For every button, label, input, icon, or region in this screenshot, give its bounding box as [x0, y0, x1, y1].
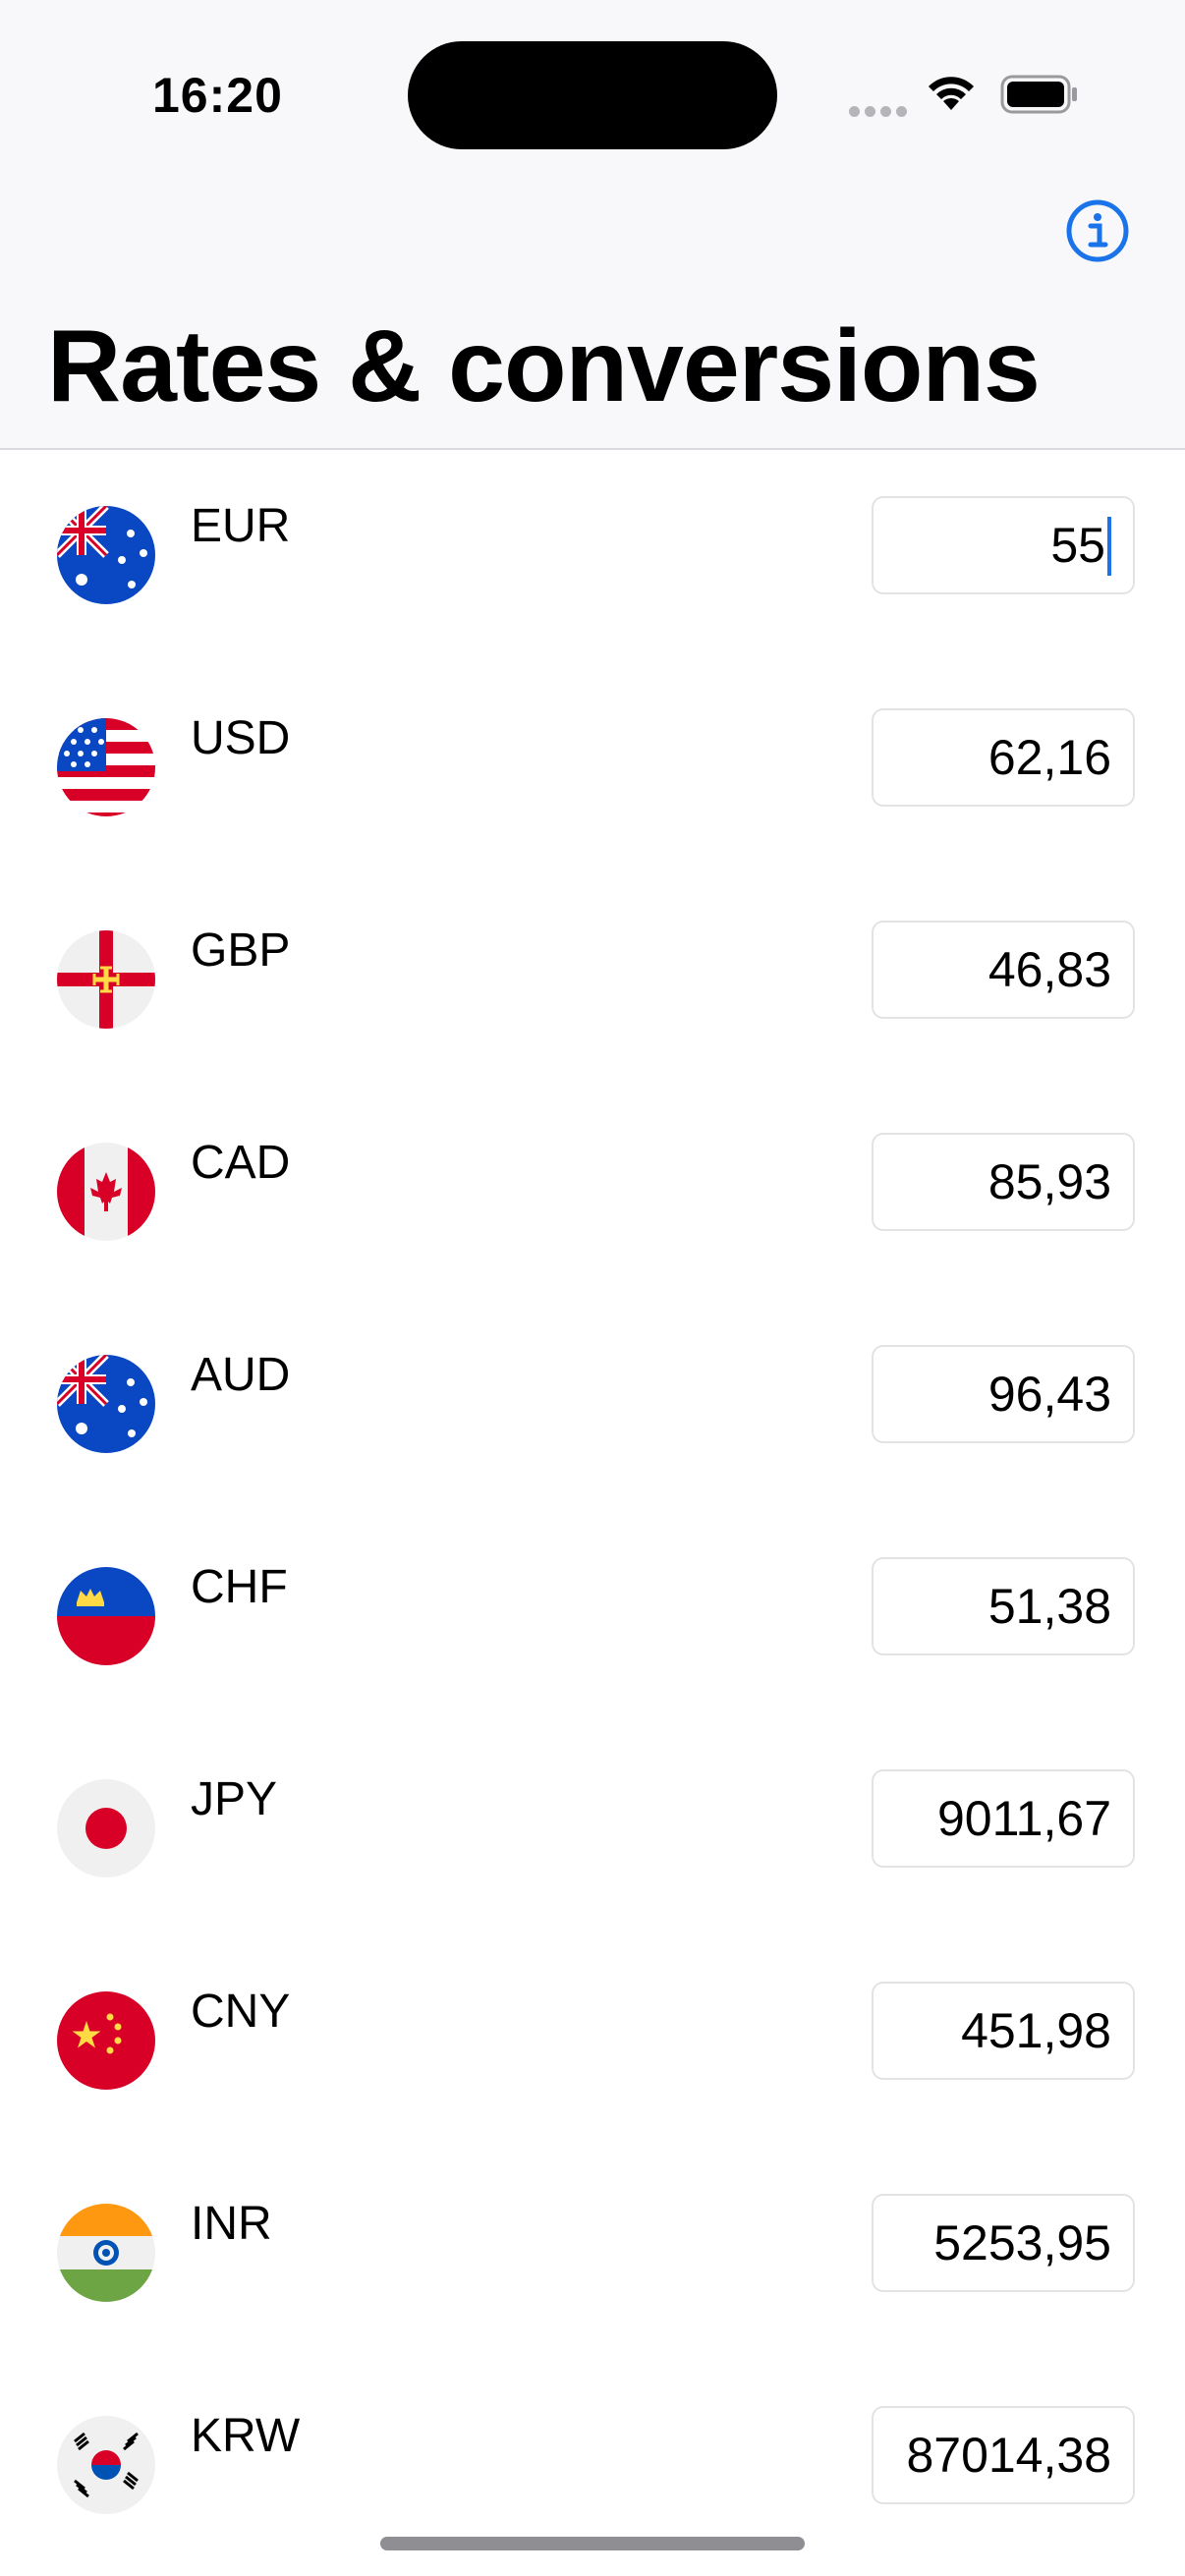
amount-value: 46,83: [988, 942, 1111, 997]
china-flag-icon: [57, 1991, 155, 2090]
amount-field-usd[interactable]: 62,16: [872, 708, 1135, 807]
amount-field-chf[interactable]: 51,38: [872, 1557, 1135, 1655]
currency-code: KRW: [191, 2410, 301, 2462]
page-title: Rates & conversions: [47, 309, 1041, 423]
currency-code: EUR: [191, 500, 291, 552]
currency-code: CNY: [191, 1986, 291, 2038]
currency-row-cad: CAD 85,93: [0, 1087, 1185, 1299]
amount-field-inr[interactable]: 5253,95: [872, 2194, 1135, 2292]
cellular-signal-icon: [849, 104, 912, 122]
amount-value: 51,38: [988, 1579, 1111, 1634]
currency-row-cny: CNY 451,98: [0, 1935, 1185, 2148]
australia-flag-icon: [57, 506, 155, 604]
currency-code: CAD: [191, 1137, 291, 1189]
currency-row-aud: AUD 96,43: [0, 1299, 1185, 1511]
amount-field-krw[interactable]: 87014,38: [872, 2406, 1135, 2504]
amount-value: 87014,38: [906, 2428, 1111, 2483]
amount-value: 451,98: [961, 2003, 1111, 2058]
currency-code: CHF: [191, 1561, 288, 1613]
currency-code: AUD: [191, 1349, 291, 1401]
amount-value: 96,43: [988, 1367, 1111, 1422]
dynamic-island: [408, 41, 777, 149]
currency-row-chf: CHF 51,38: [0, 1511, 1185, 1723]
japan-flag-icon: [57, 1779, 155, 1877]
currency-row-eur: EUR 55: [0, 450, 1185, 662]
amount-field-eur[interactable]: 55: [872, 496, 1135, 594]
status-time: 16:20: [152, 68, 283, 123]
battery-icon: [1000, 75, 1079, 119]
wifi-icon: [924, 71, 979, 117]
info-circle-icon: [1066, 199, 1129, 262]
australia-flag-icon: [57, 1355, 155, 1453]
currency-row-inr: INR 5253,95: [0, 2148, 1185, 2360]
south-korea-flag-icon: [57, 2416, 155, 2514]
currency-row-jpy: JPY 9011,67: [0, 1723, 1185, 1935]
home-indicator[interactable]: [380, 2537, 805, 2550]
currency-code: USD: [191, 712, 291, 764]
amount-value: 5253,95: [933, 2215, 1111, 2270]
amount-field-cny[interactable]: 451,98: [872, 1982, 1135, 2080]
usa-flag-icon: [57, 718, 155, 816]
navigation-header: 16:20 Rates & conversions: [0, 0, 1185, 450]
canada-flag-icon: [57, 1143, 155, 1241]
currency-code: GBP: [191, 924, 291, 977]
amount-field-gbp[interactable]: 46,83: [872, 921, 1135, 1019]
currency-row-gbp: GBP 46,83: [0, 874, 1185, 1087]
amount-value: 9011,67: [936, 1791, 1111, 1846]
amount-value: 85,93: [988, 1154, 1111, 1209]
india-flag-icon: [57, 2204, 155, 2302]
amount-field-cad[interactable]: 85,93: [872, 1133, 1135, 1231]
amount-value: 55: [1050, 518, 1105, 573]
amount-value: 62,16: [988, 730, 1111, 785]
guernsey-flag-icon: [57, 930, 155, 1029]
currency-code: JPY: [191, 1773, 278, 1825]
liechtenstein-flag-icon: [57, 1567, 155, 1665]
amount-field-jpy[interactable]: 9011,67: [872, 1769, 1135, 1868]
currency-row-usd: USD 62,16: [0, 662, 1185, 874]
text-cursor: [1107, 516, 1111, 576]
currency-code: INR: [191, 2198, 272, 2250]
amount-field-aud[interactable]: 96,43: [872, 1345, 1135, 1443]
info-button[interactable]: [1065, 198, 1130, 268]
